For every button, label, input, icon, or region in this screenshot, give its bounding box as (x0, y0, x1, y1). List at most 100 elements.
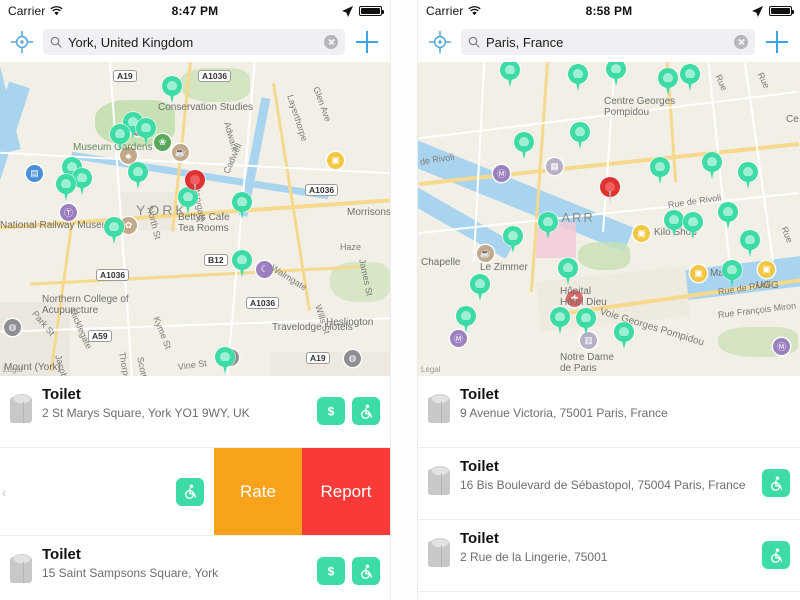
map-pin[interactable] (576, 308, 596, 335)
road-shield: A1036 (198, 70, 232, 82)
map-pin[interactable] (550, 307, 570, 334)
map-pin[interactable] (558, 258, 578, 285)
fee-dollar-icon[interactable]: $ (317, 397, 345, 425)
map-canvas: ▦ Ⓜ ☕ ▣ ▣ ▣ ▥ Ⓜ Ⓜ ✚ Centre Georges Pompi… (418, 62, 800, 376)
poi-morrisons-icon[interactable]: ▣ (327, 152, 344, 169)
map-pin[interactable] (538, 212, 558, 239)
battery-icon (769, 6, 794, 16)
map-pin-selected[interactable] (185, 170, 205, 197)
list-item[interactable]: Toilet 2 Rue de la Lingerie, 75001 (418, 520, 800, 592)
map-pin[interactable] (104, 217, 124, 244)
map-pin[interactable] (568, 64, 588, 91)
map-label: Chapelle (421, 257, 461, 268)
plus-icon[interactable] (764, 29, 790, 55)
map-pin[interactable] (570, 122, 590, 149)
map-label: Le Zimmer (480, 262, 528, 273)
poi-far-se-icon[interactable]: ◍ (344, 350, 361, 367)
wheelchair-icon[interactable] (762, 541, 790, 569)
map-pin[interactable] (215, 347, 235, 374)
poi-marais-icon[interactable]: ▣ (690, 265, 707, 282)
poi-le-zimmer-icon[interactable]: ☕ (477, 245, 494, 262)
map-pin[interactable] (680, 64, 700, 91)
list-item-title: Toilet (42, 546, 81, 563)
map-view-left[interactable]: ♣ ❀ ▦ ▤ ☕ ▣ ☾ Ⓣ ✿ ◍ ◍ ◍ A19 A1036 A1036 … (0, 62, 390, 376)
map-label: Heslington (326, 317, 374, 328)
map-pin[interactable] (128, 162, 148, 189)
wheelchair-icon[interactable] (352, 397, 380, 425)
list-item-text: Toilet 2 St Marys Square, York YO1 9WY, … (42, 385, 317, 421)
map-pin[interactable] (232, 192, 252, 219)
map-view-right[interactable]: ▦ Ⓜ ☕ ▣ ▣ ▣ ▥ Ⓜ Ⓜ ✚ Centre Georges Pompi… (418, 62, 800, 376)
poi-garden-icon[interactable]: ❀ (154, 134, 171, 151)
clear-circle-icon[interactable] (734, 35, 748, 49)
poi-cafe-icon[interactable]: ☕ (172, 144, 189, 161)
phone-divider (390, 0, 418, 600)
toilet-roll-icon (8, 554, 34, 586)
map-pin[interactable] (683, 212, 703, 239)
poi-railway-museum-icon[interactable]: ▤ (26, 165, 43, 182)
crosshair-icon[interactable] (428, 30, 452, 54)
fee-dollar-icon[interactable]: $ (317, 557, 345, 585)
list-item[interactable]: Toilet 15 Saint Sampsons Square, York $ (0, 536, 390, 600)
road-shield: A1036 (305, 184, 339, 196)
poi-ugg-icon[interactable]: ▣ (758, 261, 775, 278)
crosshair-icon[interactable] (10, 30, 34, 54)
map-pin-selected[interactable] (600, 177, 620, 204)
map-pin[interactable] (456, 306, 476, 333)
poi-mount-icon[interactable]: ◍ (4, 319, 21, 336)
map-label: Hôpital Hôtel Dieu (560, 286, 607, 308)
road-shield: A1036 (96, 269, 130, 281)
map-pin[interactable] (503, 226, 523, 253)
map-pin[interactable] (56, 174, 76, 201)
swiped-item-content (0, 477, 214, 506)
wheelchair-icon[interactable] (352, 557, 380, 585)
list-item[interactable]: Toilet 2 St Marys Square, York YO1 9WY, … (0, 376, 390, 448)
map-pin[interactable] (110, 124, 130, 151)
map-pin[interactable] (614, 322, 634, 349)
poi-kilo-shop-icon[interactable]: ▣ (633, 225, 650, 242)
map-pin[interactable] (702, 152, 722, 179)
wheelchair-icon[interactable] (762, 469, 790, 497)
map-pin[interactable] (500, 62, 520, 87)
chevron-left-icon: ‹ (2, 484, 7, 500)
map-pin[interactable] (136, 118, 156, 145)
poi-transit-icon[interactable]: Ⓣ (60, 204, 77, 221)
map-pin[interactable] (470, 274, 490, 301)
phone-right: Carrier 8:58 PM Paris, France ▦ Ⓜ ☕ ▣ ▣ … (418, 0, 800, 600)
map-street-label: Kyme St (151, 315, 174, 351)
map-pin[interactable] (162, 76, 182, 103)
report-button[interactable]: Report (302, 448, 390, 535)
map-street-label: Rue (713, 72, 730, 93)
map-pin[interactable] (664, 210, 684, 237)
clear-circle-icon[interactable] (324, 35, 338, 49)
battery-icon (359, 6, 384, 16)
map-pin[interactable] (722, 260, 742, 287)
search-input[interactable]: York, United Kingdom (43, 29, 345, 55)
map-street-label: Rue de Rivoli (667, 192, 722, 210)
map-pin[interactable] (232, 250, 252, 277)
map-pin[interactable] (514, 132, 534, 159)
wheelchair-icon[interactable] (176, 477, 204, 506)
map-pin[interactable] (738, 162, 758, 189)
plus-icon[interactable] (354, 29, 380, 55)
poi-metro-se-icon[interactable]: Ⓜ (773, 338, 790, 355)
map-canvas: ♣ ❀ ▦ ▤ ☕ ▣ ☾ Ⓣ ✿ ◍ ◍ ◍ A19 A1036 A1036 … (0, 62, 390, 376)
poi-metro-icon[interactable]: Ⓜ (493, 165, 510, 182)
search-icon (50, 36, 62, 48)
clock-label: 8:47 PM (171, 4, 219, 18)
search-input[interactable]: Paris, France (461, 29, 755, 55)
list-item[interactable]: Toilet 16 Bis Boulevard de Sébastopol, 7… (418, 448, 800, 520)
map-pin[interactable] (740, 230, 760, 257)
map-pin[interactable] (606, 62, 626, 86)
list-item-title: Toilet (460, 386, 499, 403)
map-label: Haze (340, 242, 362, 252)
road-shield: A19 (306, 352, 330, 364)
map-pin[interactable] (650, 157, 670, 184)
poi-pompidou-icon[interactable]: ▦ (546, 158, 563, 175)
rate-button[interactable]: Rate (214, 448, 302, 535)
list-item-swiped[interactable]: ‹ Rate Report (0, 448, 390, 536)
map-street-label: Layerthorpe (285, 93, 310, 143)
map-pin[interactable] (718, 202, 738, 229)
map-pin[interactable] (658, 68, 678, 95)
list-item[interactable]: Toilet 9 Avenue Victoria, 75001 Paris, F… (418, 376, 800, 448)
